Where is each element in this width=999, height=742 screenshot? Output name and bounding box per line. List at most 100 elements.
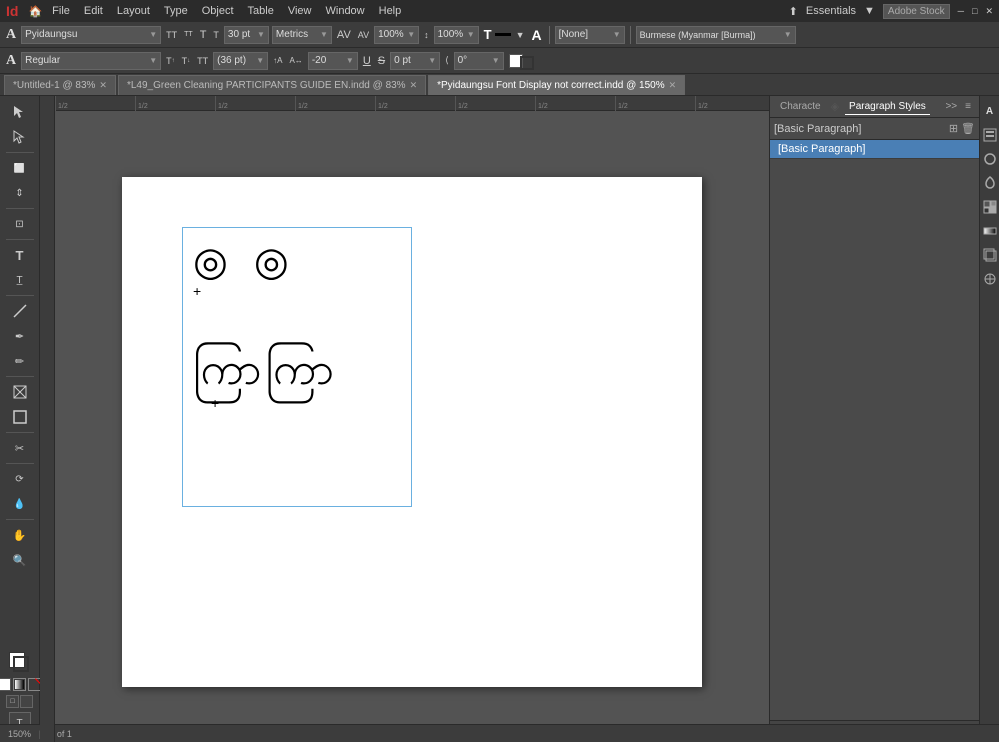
preview-view-btn[interactable] bbox=[20, 695, 33, 708]
metrics-dropdown[interactable]: Metrics ▼ bbox=[272, 26, 332, 44]
new-style-icon[interactable]: ⊞ bbox=[949, 122, 958, 135]
tab-green-cleaning-close[interactable]: ✕ bbox=[410, 80, 418, 91]
direct-selection-tool[interactable] bbox=[6, 125, 34, 149]
leading-input[interactable]: (36 pt) ▼ bbox=[213, 52, 268, 70]
menu-edit[interactable]: Edit bbox=[78, 3, 109, 19]
menu-file[interactable]: File bbox=[46, 3, 76, 19]
plus-sign-2: + bbox=[211, 395, 219, 411]
text-frame[interactable]: ◎ ◎ + ကြာကြာ + bbox=[182, 227, 412, 507]
gradient-mode-btn[interactable] bbox=[13, 678, 26, 691]
bottom-bar: 150% | 1 of 1 bbox=[0, 724, 999, 742]
line-tool[interactable] bbox=[6, 299, 34, 323]
tab-untitled[interactable]: *Untitled-1 @ 83% ✕ bbox=[4, 75, 116, 95]
strikethrough-icon[interactable]: S bbox=[376, 55, 387, 67]
panel-menu-icon[interactable]: ≡ bbox=[963, 100, 973, 113]
scissors-tool[interactable]: ✂ bbox=[6, 436, 34, 460]
menu-type[interactable]: Type bbox=[158, 3, 194, 19]
font-style-A-large: A bbox=[530, 27, 544, 43]
pen-tool[interactable]: ✒ bbox=[6, 324, 34, 348]
scale-x-input[interactable]: 100% ▼ bbox=[374, 26, 419, 44]
tool-sep-7 bbox=[6, 463, 34, 464]
normal-mode-btn[interactable] bbox=[0, 678, 11, 691]
selection-tool[interactable] bbox=[6, 100, 34, 124]
right-icon-stroke[interactable] bbox=[981, 148, 999, 170]
home-icon[interactable]: 🏠 bbox=[26, 5, 44, 18]
font-style-input[interactable]: Regular ▼ bbox=[21, 52, 161, 70]
menu-help[interactable]: Help bbox=[373, 3, 408, 19]
underline-icon[interactable]: U bbox=[361, 55, 373, 67]
stroke-square[interactable] bbox=[13, 656, 29, 672]
scale-y-input[interactable]: 100% ▼ bbox=[434, 26, 479, 44]
window-close[interactable]: ✕ bbox=[985, 6, 993, 17]
kerning-icon: AV bbox=[356, 30, 371, 40]
vertical-type-tool[interactable]: T̲ bbox=[6, 268, 34, 292]
menu-layout[interactable]: Layout bbox=[111, 3, 156, 19]
page-tool[interactable]: ⬜ bbox=[6, 156, 34, 180]
skew-input[interactable]: 0° ▼ bbox=[454, 52, 504, 70]
pencil-tool[interactable]: ✏ bbox=[6, 349, 34, 373]
tool-sep-3 bbox=[6, 239, 34, 240]
normal-view-btn[interactable]: □ bbox=[6, 695, 19, 708]
tab-green-cleaning[interactable]: *L49_Green Cleaning PARTICIPANTS GUIDE E… bbox=[118, 75, 426, 95]
workspace-selector[interactable]: Essentials bbox=[806, 5, 856, 17]
text-color-arrow[interactable]: ▼ bbox=[514, 30, 527, 40]
text-color-T[interactable]: T bbox=[482, 27, 494, 42]
font-size-tt1: TT bbox=[164, 30, 179, 40]
window-maximize[interactable]: □ bbox=[972, 6, 977, 16]
ruler-vertical bbox=[40, 96, 55, 742]
subscript-icon[interactable]: T↓ bbox=[180, 56, 193, 66]
panel-icons-right: >> ≡ bbox=[943, 100, 973, 113]
font-name-input[interactable]: Pyidaungsu ▼ bbox=[21, 26, 161, 44]
font-size-tt2: TT bbox=[182, 31, 195, 38]
basic-paragraph-style-item[interactable]: [Basic Paragraph] bbox=[770, 140, 979, 159]
rectangle-frame-tool[interactable] bbox=[6, 380, 34, 404]
myanmar-text-line2: ကြာကြာ bbox=[193, 348, 338, 392]
canvas-container: ◎ ◎ + ကြာကြာ + bbox=[62, 157, 762, 697]
menu-table[interactable]: Table bbox=[242, 3, 280, 19]
menu-view[interactable]: View bbox=[282, 3, 318, 19]
baseline-shift-icon: ↑A bbox=[271, 56, 284, 65]
right-icon-color[interactable] bbox=[981, 172, 999, 194]
right-icon-effects[interactable] bbox=[981, 244, 999, 266]
gap-tool[interactable]: ⇕ bbox=[6, 181, 34, 205]
search-stock-input[interactable]: Adobe Stock bbox=[883, 4, 950, 19]
type-tool[interactable]: T bbox=[6, 243, 34, 267]
paragraph-styles-panel-tab[interactable]: Paragraph Styles bbox=[845, 99, 930, 115]
tab-pyidaungsu[interactable]: *Pyidaungsu Font Display not correct.ind… bbox=[428, 75, 685, 95]
tab-pyidaungsu-close[interactable]: ✕ bbox=[669, 80, 677, 91]
language-dropdown[interactable]: Burmese (Myanmar [Burma]) ▼ bbox=[636, 26, 796, 44]
all-caps-icon[interactable]: TT bbox=[195, 56, 210, 66]
tracking-input[interactable]: -20 ▼ bbox=[308, 52, 358, 70]
toolbar-row1: A Pyidaungsu ▼ TT TT T T 30 pt ▼ Metrics… bbox=[0, 22, 999, 48]
menu-window[interactable]: Window bbox=[320, 3, 371, 19]
superscript-icon[interactable]: T↑ bbox=[164, 56, 177, 66]
mode-buttons bbox=[0, 678, 41, 691]
right-icon-objectstyles[interactable] bbox=[981, 268, 999, 290]
character-style-dropdown[interactable]: [None] ▼ bbox=[555, 26, 625, 44]
content-collector-tool[interactable]: ⊡ bbox=[6, 212, 34, 236]
eyedropper-tool[interactable]: 💧 bbox=[6, 492, 34, 516]
panel-menu-expand[interactable]: >> bbox=[943, 100, 959, 113]
right-icon-swatches[interactable] bbox=[981, 196, 999, 218]
toolbar-separator-1 bbox=[549, 26, 550, 44]
workspace-dropdown-arrow[interactable]: ▼ bbox=[864, 5, 875, 17]
trash-style-icon[interactable]: 🗑 bbox=[961, 122, 975, 135]
font-size-input[interactable]: 30 pt ▼ bbox=[224, 26, 269, 44]
menu-object[interactable]: Object bbox=[196, 3, 240, 19]
tab-untitled-close[interactable]: ✕ bbox=[99, 80, 107, 91]
rectangle-tool[interactable] bbox=[6, 405, 34, 429]
right-icon-properties[interactable]: A bbox=[981, 100, 999, 122]
share-icon[interactable]: ⬆ bbox=[789, 5, 798, 18]
font-size-t1: T bbox=[198, 29, 209, 41]
zoom-tool[interactable]: 🔍 bbox=[6, 548, 34, 572]
character-panel-tab[interactable]: Characte bbox=[776, 99, 825, 114]
stroke-color-mini[interactable] bbox=[520, 56, 534, 70]
hand-tool[interactable]: ✋ bbox=[6, 523, 34, 547]
app-logo: Id bbox=[6, 3, 18, 19]
right-icon-gradient[interactable] bbox=[981, 220, 999, 242]
free-transform-tool[interactable]: ⟳ bbox=[6, 467, 34, 491]
baseline-input[interactable]: 0 pt ▼ bbox=[390, 52, 440, 70]
para-styles-list: [Basic Paragraph] bbox=[770, 140, 979, 720]
right-icon-links[interactable] bbox=[981, 124, 999, 146]
window-minimize[interactable]: ─ bbox=[958, 6, 964, 16]
